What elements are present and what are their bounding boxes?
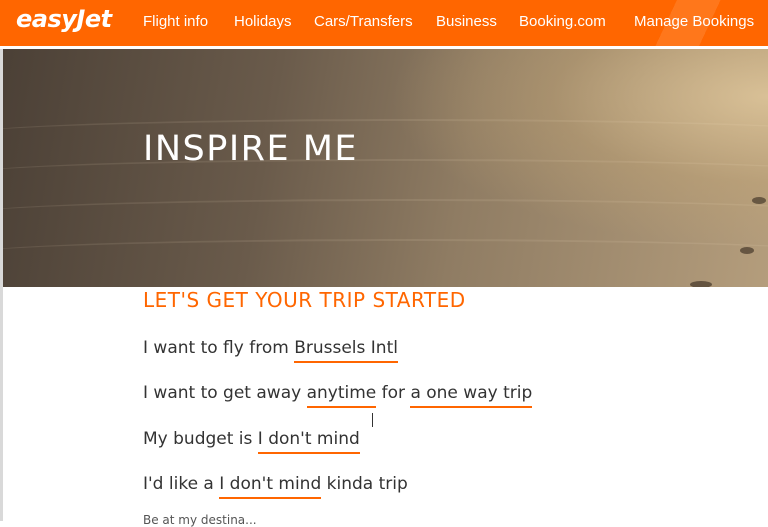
sand-ripple	[0, 119, 768, 151]
hero-banner: INSPIRE ME	[0, 49, 768, 287]
trip-kind-sentence: I'd like a I don't mind kinda trip	[143, 474, 408, 499]
budget-sentence: My budget is I don't mind	[143, 429, 360, 454]
trip-kind-sentence-prefix: I'd like a	[143, 474, 220, 494]
nav-item-holidays[interactable]: Holidays	[234, 13, 292, 30]
destination-sentence-partial: Be at my destina...	[143, 513, 257, 527]
origin-sentence: I want to fly from Brussels Intl	[143, 338, 398, 363]
sand-ripple	[0, 239, 768, 271]
footprint-mark	[690, 281, 712, 287]
trip-kind-sentence-suffix: kinda trip	[321, 474, 408, 494]
trip-form-heading: LET'S GET YOUR TRIP STARTED	[143, 288, 466, 312]
when-selector[interactable]: anytime	[306, 383, 377, 408]
page-title: INSPIRE ME	[143, 129, 359, 169]
nav-item-cars-transfers[interactable]: Cars/Transfers	[314, 13, 413, 30]
timing-sentence: I want to get away anytime for a one way…	[143, 383, 533, 408]
top-navigation-bar: easyJet Flight info Holidays Cars/Transf…	[0, 0, 768, 46]
footprint-mark	[740, 247, 754, 254]
footprint-mark	[752, 197, 766, 204]
origin-sentence-prefix: I want to fly from	[143, 338, 295, 358]
timing-sentence-middle: for	[376, 383, 411, 403]
sand-ripple	[0, 199, 768, 231]
budget-selector[interactable]: I don't mind	[257, 429, 360, 454]
origin-selector[interactable]: Brussels Intl	[294, 338, 398, 363]
nav-item-booking-com[interactable]: Booking.com	[519, 13, 606, 30]
trip-type-selector[interactable]: a one way trip	[410, 383, 533, 408]
timing-sentence-prefix: I want to get away	[143, 383, 307, 403]
text-cursor	[372, 413, 373, 427]
easyjet-logo[interactable]: easyJet	[16, 5, 112, 33]
nav-item-manage-bookings[interactable]: Manage Bookings	[634, 13, 754, 30]
window-left-edge	[0, 49, 3, 521]
budget-sentence-prefix: My budget is	[143, 429, 258, 449]
nav-item-business[interactable]: Business	[436, 13, 497, 30]
sand-ripple	[0, 159, 768, 191]
trip-kind-selector[interactable]: I don't mind	[219, 474, 322, 499]
nav-item-flight-info[interactable]: Flight info	[143, 13, 208, 30]
